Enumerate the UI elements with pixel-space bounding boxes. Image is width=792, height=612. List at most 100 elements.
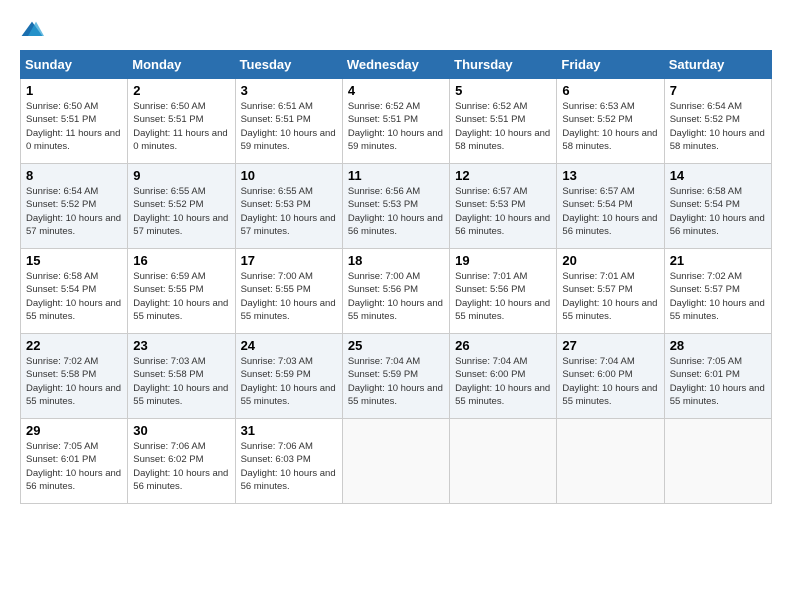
calendar-cell: 8 Sunrise: 6:54 AMSunset: 5:52 PMDaylight… [21, 164, 128, 249]
day-info: Sunrise: 7:01 AMSunset: 5:56 PMDaylight:… [455, 270, 551, 323]
calendar-cell: 21 Sunrise: 7:02 AMSunset: 5:57 PMDayligh… [664, 249, 771, 334]
calendar-cell: 18Sunrise: 7:00 AMSunset: 5:56 PMDayligh… [342, 249, 449, 334]
day-number: 23 [133, 338, 229, 353]
calendar-cell: 24 Sunrise: 7:03 AMSunset: 5:59 PMDayligh… [235, 334, 342, 419]
day-info: Sunrise: 6:50 AMSunset: 5:51 PMDaylight:… [133, 100, 229, 153]
calendar-week-row: 29 Sunrise: 7:05 AMSunset: 6:01 PMDayligh… [21, 419, 772, 504]
day-number: 20 [562, 253, 658, 268]
day-info: Sunrise: 6:57 AMSunset: 5:53 PMDaylight:… [455, 185, 551, 238]
day-number: 4 [348, 83, 444, 98]
calendar-table: SundayMondayTuesdayWednesdayThursdayFrid… [20, 50, 772, 504]
day-header-wednesday: Wednesday [342, 51, 449, 79]
day-info: Sunrise: 6:58 AMSunset: 5:54 PMDaylight:… [26, 270, 122, 323]
calendar-cell [450, 419, 557, 504]
calendar-cell: 15 Sunrise: 6:58 AMSunset: 5:54 PMDayligh… [21, 249, 128, 334]
calendar-cell: 1 Sunrise: 6:50 AMSunset: 5:51 PMDaylight… [21, 79, 128, 164]
day-info: Sunrise: 7:06 AMSunset: 6:03 PMDaylight:… [241, 440, 337, 493]
day-info: Sunrise: 7:00 AMSunset: 5:55 PMDaylight:… [241, 270, 337, 323]
calendar-header-row: SundayMondayTuesdayWednesdayThursdayFrid… [21, 51, 772, 79]
day-number: 28 [670, 338, 766, 353]
calendar-cell: 9 Sunrise: 6:55 AMSunset: 5:52 PMDaylight… [128, 164, 235, 249]
calendar-cell [342, 419, 449, 504]
day-info: Sunrise: 6:54 AMSunset: 5:52 PMDaylight:… [26, 185, 122, 238]
day-number: 30 [133, 423, 229, 438]
day-number: 22 [26, 338, 122, 353]
day-number: 14 [670, 168, 766, 183]
day-number: 25 [348, 338, 444, 353]
day-info: Sunrise: 6:52 AMSunset: 5:51 PMDaylight:… [455, 100, 551, 153]
logo [20, 20, 48, 40]
calendar-cell: 31 Sunrise: 7:06 AMSunset: 6:03 PMDayligh… [235, 419, 342, 504]
calendar-cell: 25 Sunrise: 7:04 AMSunset: 5:59 PMDayligh… [342, 334, 449, 419]
calendar-cell: 16 Sunrise: 6:59 AMSunset: 5:55 PMDayligh… [128, 249, 235, 334]
day-header-thursday: Thursday [450, 51, 557, 79]
day-info: Sunrise: 6:58 AMSunset: 5:54 PMDaylight:… [670, 185, 766, 238]
day-info: Sunrise: 7:05 AMSunset: 6:01 PMDaylight:… [26, 440, 122, 493]
day-number: 24 [241, 338, 337, 353]
day-header-friday: Friday [557, 51, 664, 79]
calendar-cell: 3Sunrise: 6:51 AMSunset: 5:51 PMDaylight… [235, 79, 342, 164]
day-number: 10 [241, 168, 337, 183]
calendar-cell: 28 Sunrise: 7:05 AMSunset: 6:01 PMDayligh… [664, 334, 771, 419]
day-number: 9 [133, 168, 229, 183]
day-number: 29 [26, 423, 122, 438]
calendar-cell: 4 Sunrise: 6:52 AMSunset: 5:51 PMDaylight… [342, 79, 449, 164]
day-info: Sunrise: 7:06 AMSunset: 6:02 PMDaylight:… [133, 440, 229, 493]
day-info: Sunrise: 6:52 AMSunset: 5:51 PMDaylight:… [348, 100, 444, 153]
day-info: Sunrise: 6:51 AMSunset: 5:51 PMDaylight:… [241, 100, 337, 153]
calendar-cell: 22 Sunrise: 7:02 AMSunset: 5:58 PMDayligh… [21, 334, 128, 419]
day-info: Sunrise: 6:54 AMSunset: 5:52 PMDaylight:… [670, 100, 766, 153]
day-number: 18 [348, 253, 444, 268]
day-number: 5 [455, 83, 551, 98]
day-info: Sunrise: 7:04 AMSunset: 6:00 PMDaylight:… [562, 355, 658, 408]
day-info: Sunrise: 7:05 AMSunset: 6:01 PMDaylight:… [670, 355, 766, 408]
day-number: 8 [26, 168, 122, 183]
day-number: 7 [670, 83, 766, 98]
day-info: Sunrise: 7:02 AMSunset: 5:58 PMDaylight:… [26, 355, 122, 408]
calendar-cell: 11 Sunrise: 6:56 AMSunset: 5:53 PMDayligh… [342, 164, 449, 249]
calendar-week-row: 8 Sunrise: 6:54 AMSunset: 5:52 PMDaylight… [21, 164, 772, 249]
day-number: 6 [562, 83, 658, 98]
day-header-tuesday: Tuesday [235, 51, 342, 79]
calendar-body: 1 Sunrise: 6:50 AMSunset: 5:51 PMDaylight… [21, 79, 772, 504]
calendar-week-row: 22 Sunrise: 7:02 AMSunset: 5:58 PMDayligh… [21, 334, 772, 419]
day-number: 26 [455, 338, 551, 353]
day-number: 11 [348, 168, 444, 183]
calendar-cell: 13 Sunrise: 6:57 AMSunset: 5:54 PMDayligh… [557, 164, 664, 249]
day-info: Sunrise: 6:50 AMSunset: 5:51 PMDaylight:… [26, 100, 122, 153]
calendar-cell: 30 Sunrise: 7:06 AMSunset: 6:02 PMDayligh… [128, 419, 235, 504]
day-info: Sunrise: 7:02 AMSunset: 5:57 PMDaylight:… [670, 270, 766, 323]
day-info: Sunrise: 6:57 AMSunset: 5:54 PMDaylight:… [562, 185, 658, 238]
day-number: 12 [455, 168, 551, 183]
day-number: 21 [670, 253, 766, 268]
logo-icon [20, 20, 44, 40]
day-info: Sunrise: 7:04 AMSunset: 5:59 PMDaylight:… [348, 355, 444, 408]
day-number: 13 [562, 168, 658, 183]
day-info: Sunrise: 6:55 AMSunset: 5:52 PMDaylight:… [133, 185, 229, 238]
day-info: Sunrise: 7:04 AMSunset: 6:00 PMDaylight:… [455, 355, 551, 408]
calendar-cell: 5 Sunrise: 6:52 AMSunset: 5:51 PMDaylight… [450, 79, 557, 164]
day-number: 16 [133, 253, 229, 268]
day-info: Sunrise: 6:59 AMSunset: 5:55 PMDaylight:… [133, 270, 229, 323]
day-number: 15 [26, 253, 122, 268]
day-info: Sunrise: 7:03 AMSunset: 5:59 PMDaylight:… [241, 355, 337, 408]
day-number: 31 [241, 423, 337, 438]
day-number: 27 [562, 338, 658, 353]
day-number: 1 [26, 83, 122, 98]
day-info: Sunrise: 7:03 AMSunset: 5:58 PMDaylight:… [133, 355, 229, 408]
calendar-cell: 6 Sunrise: 6:53 AMSunset: 5:52 PMDaylight… [557, 79, 664, 164]
day-number: 17 [241, 253, 337, 268]
calendar-cell: 17 Sunrise: 7:00 AMSunset: 5:55 PMDayligh… [235, 249, 342, 334]
day-info: Sunrise: 6:55 AMSunset: 5:53 PMDaylight:… [241, 185, 337, 238]
calendar-cell [664, 419, 771, 504]
day-info: Sunrise: 6:56 AMSunset: 5:53 PMDaylight:… [348, 185, 444, 238]
calendar-cell: 2 Sunrise: 6:50 AMSunset: 5:51 PMDaylight… [128, 79, 235, 164]
day-info: Sunrise: 6:53 AMSunset: 5:52 PMDaylight:… [562, 100, 658, 153]
calendar-cell: 7 Sunrise: 6:54 AMSunset: 5:52 PMDaylight… [664, 79, 771, 164]
day-header-monday: Monday [128, 51, 235, 79]
calendar-cell: 10 Sunrise: 6:55 AMSunset: 5:53 PMDayligh… [235, 164, 342, 249]
day-info: Sunrise: 7:01 AMSunset: 5:57 PMDaylight:… [562, 270, 658, 323]
calendar-week-row: 15 Sunrise: 6:58 AMSunset: 5:54 PMDayligh… [21, 249, 772, 334]
calendar-cell: 29 Sunrise: 7:05 AMSunset: 6:01 PMDayligh… [21, 419, 128, 504]
day-number: 2 [133, 83, 229, 98]
